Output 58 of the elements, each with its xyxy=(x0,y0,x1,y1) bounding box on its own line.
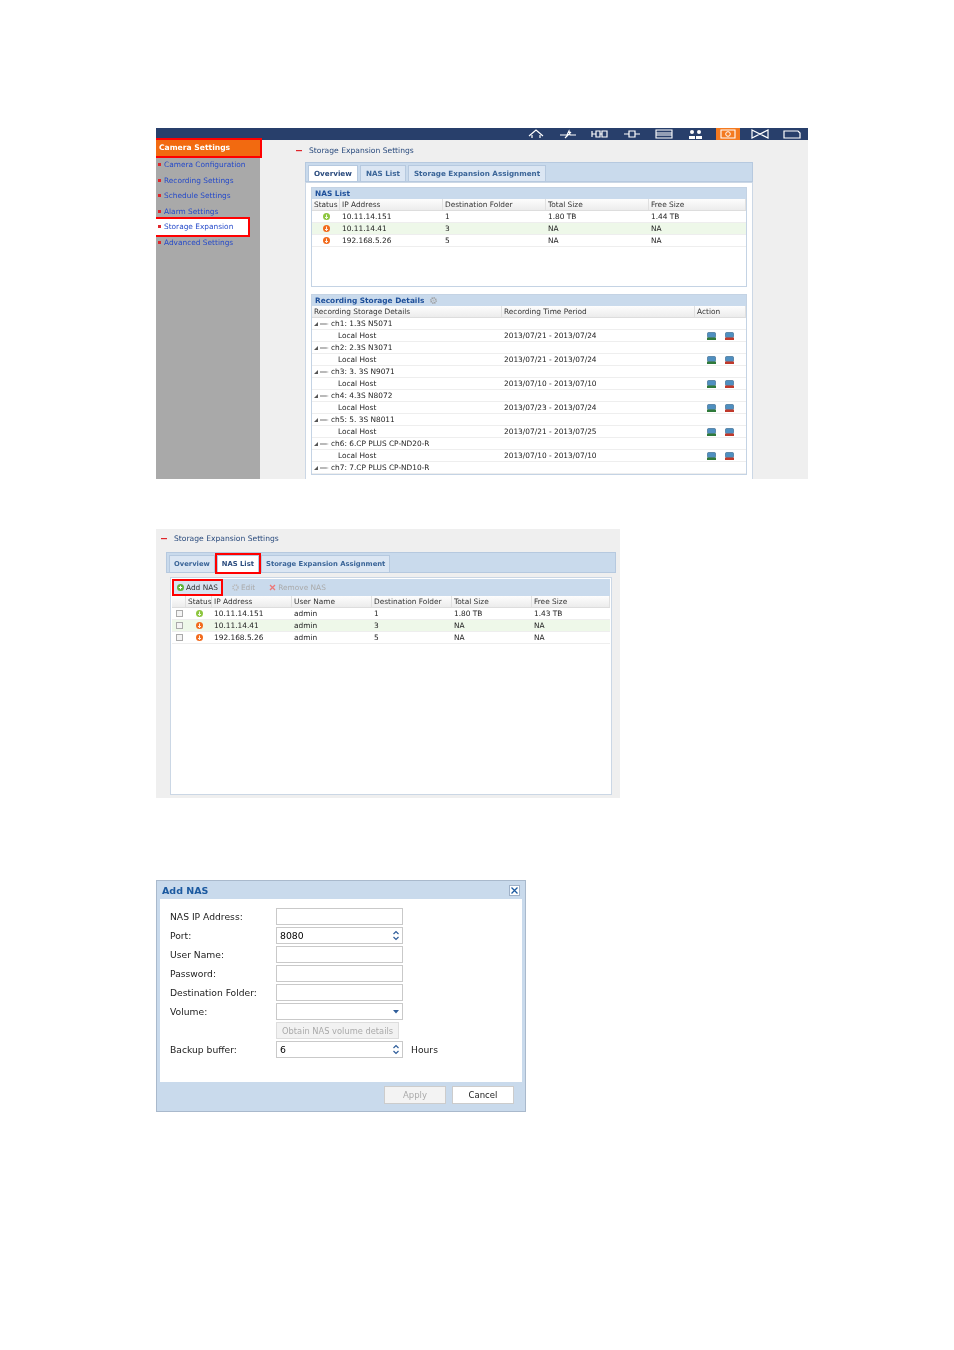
close-icon xyxy=(511,887,518,894)
gear-icon xyxy=(231,584,239,591)
status-icon xyxy=(322,225,330,232)
input-field[interactable] xyxy=(276,984,403,1001)
field-label: Port: xyxy=(170,930,193,941)
server-icon xyxy=(725,355,734,364)
server-icon xyxy=(707,403,716,412)
server-icon xyxy=(725,331,734,340)
unit-label: Hours xyxy=(411,1044,438,1055)
server-icon xyxy=(707,427,716,436)
close-button[interactable] xyxy=(509,885,520,896)
dialog-button[interactable]: Cancel xyxy=(452,1086,514,1104)
checkbox[interactable] xyxy=(175,610,183,617)
server-icon xyxy=(707,355,716,364)
panel-icon xyxy=(655,128,673,140)
field-label: Backup buffer: xyxy=(170,1044,238,1055)
collapse-icon xyxy=(161,537,167,540)
server-icon xyxy=(725,451,734,460)
input-field[interactable] xyxy=(276,908,403,925)
field-label: Destination Folder: xyxy=(170,987,258,998)
input-field[interactable] xyxy=(276,946,403,963)
input-field[interactable] xyxy=(276,965,403,982)
tag-icon xyxy=(783,128,801,140)
server-icon xyxy=(725,427,734,436)
server-icon xyxy=(707,379,716,388)
bullet-icon xyxy=(158,225,161,229)
status-icon xyxy=(322,237,330,244)
server-icon xyxy=(707,451,716,460)
close-icon xyxy=(269,584,277,591)
field-label: User Name: xyxy=(170,949,226,960)
toolbar-button[interactable] xyxy=(748,128,772,140)
toolbar-button[interactable] xyxy=(780,128,804,140)
people-icon xyxy=(687,128,705,140)
gear-icon xyxy=(430,297,438,304)
roof-icon xyxy=(527,128,545,140)
status-icon xyxy=(195,622,203,629)
bullet-icon xyxy=(158,178,161,182)
cable-icon xyxy=(623,128,641,140)
checkbox[interactable] xyxy=(175,634,183,641)
bullet-icon xyxy=(158,209,161,213)
server-icon xyxy=(725,403,734,412)
status-icon xyxy=(195,634,203,641)
server-icon xyxy=(707,331,716,340)
status-icon xyxy=(322,213,330,220)
bullet-icon xyxy=(158,240,161,244)
add-icon xyxy=(177,584,184,591)
server-icon xyxy=(725,379,734,388)
bullet-icon xyxy=(158,163,161,167)
field-label: NAS IP Address: xyxy=(170,911,244,922)
checkbox[interactable] xyxy=(175,622,183,629)
envelope-icon xyxy=(751,128,769,140)
field-label: Volume: xyxy=(170,1006,209,1017)
collapse-icon xyxy=(296,149,302,152)
field-label: Password: xyxy=(170,968,217,979)
status-icon xyxy=(195,610,203,617)
bullet-icon xyxy=(158,194,161,198)
dialog-title: Add NAS xyxy=(162,885,209,896)
toolbar-button[interactable] xyxy=(652,128,676,140)
